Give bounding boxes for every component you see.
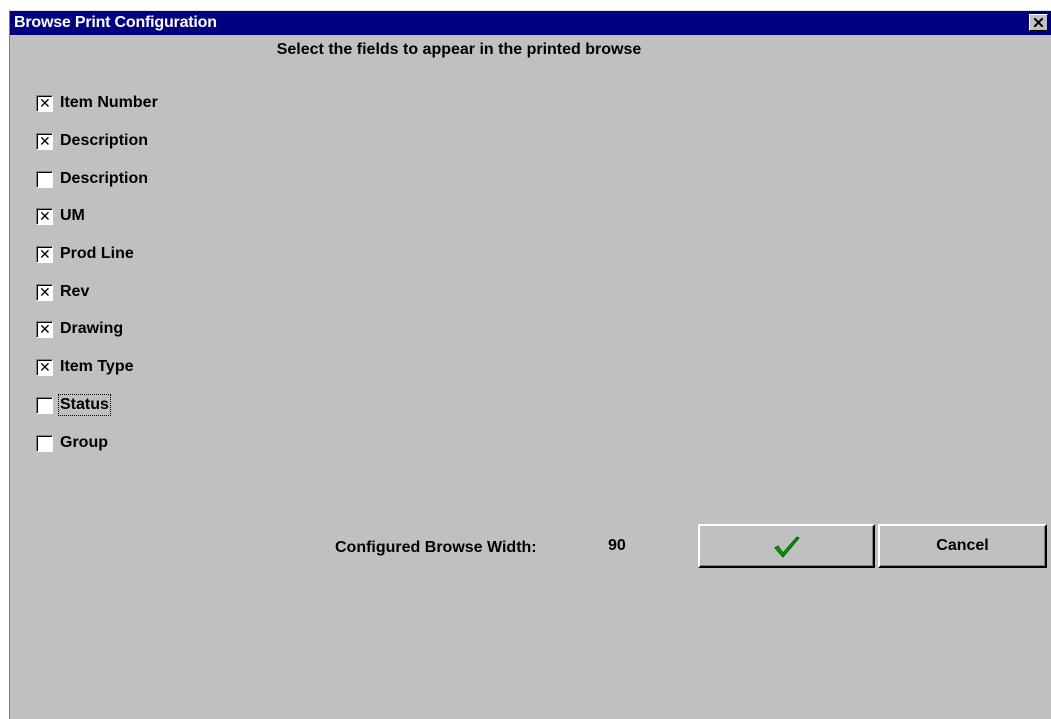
field-checkbox[interactable]: ✕: [36, 284, 53, 301]
field-checkbox[interactable]: ✕: [36, 208, 53, 225]
field-label: Item Type: [60, 358, 134, 375]
field-checkbox[interactable]: ✕: [36, 95, 53, 112]
window-title: Browse Print Configuration: [14, 14, 217, 31]
checked-x-icon: ✕: [39, 96, 51, 112]
field-label: Description: [60, 170, 149, 187]
close-icon: [1034, 18, 1043, 27]
browse-width-value: 90: [608, 537, 626, 554]
field-label: Rev: [60, 283, 90, 300]
close-button[interactable]: [1029, 14, 1048, 31]
title-bar: Browse Print Configuration: [10, 11, 1051, 35]
field-label: Prod Line: [60, 245, 134, 262]
field-label: Description: [60, 132, 149, 149]
field-checkbox[interactable]: [36, 171, 53, 188]
field-label: Item Number: [60, 94, 158, 111]
ok-button[interactable]: [698, 524, 875, 568]
field-checkbox[interactable]: ✕: [36, 359, 53, 376]
field-checkbox[interactable]: ✕: [36, 246, 53, 263]
checked-x-icon: ✕: [39, 247, 51, 263]
field-label: UM: [60, 207, 85, 224]
checked-x-icon: ✕: [39, 322, 51, 338]
checked-x-icon: ✕: [39, 285, 51, 301]
browse-width-label: Configured Browse Width:: [335, 539, 537, 556]
instruction-text: Select the fields to appear in the print…: [276, 41, 642, 58]
field-checkbox[interactable]: [36, 435, 53, 452]
cancel-button-label: Cancel: [936, 537, 989, 554]
checked-x-icon: ✕: [39, 360, 51, 376]
field-label: Status: [58, 394, 111, 416]
green-checkmark-icon: [774, 536, 800, 558]
field-checkbox[interactable]: ✕: [36, 321, 53, 338]
field-checkbox[interactable]: [36, 397, 53, 414]
checked-x-icon: ✕: [39, 134, 51, 150]
field-checkbox[interactable]: ✕: [36, 133, 53, 150]
field-label: Drawing: [60, 320, 124, 337]
dialog-window: Browse Print Configuration Select the fi…: [9, 10, 1051, 719]
field-label: Group: [60, 434, 108, 451]
checked-x-icon: ✕: [39, 209, 51, 225]
cancel-button[interactable]: Cancel: [878, 524, 1047, 568]
